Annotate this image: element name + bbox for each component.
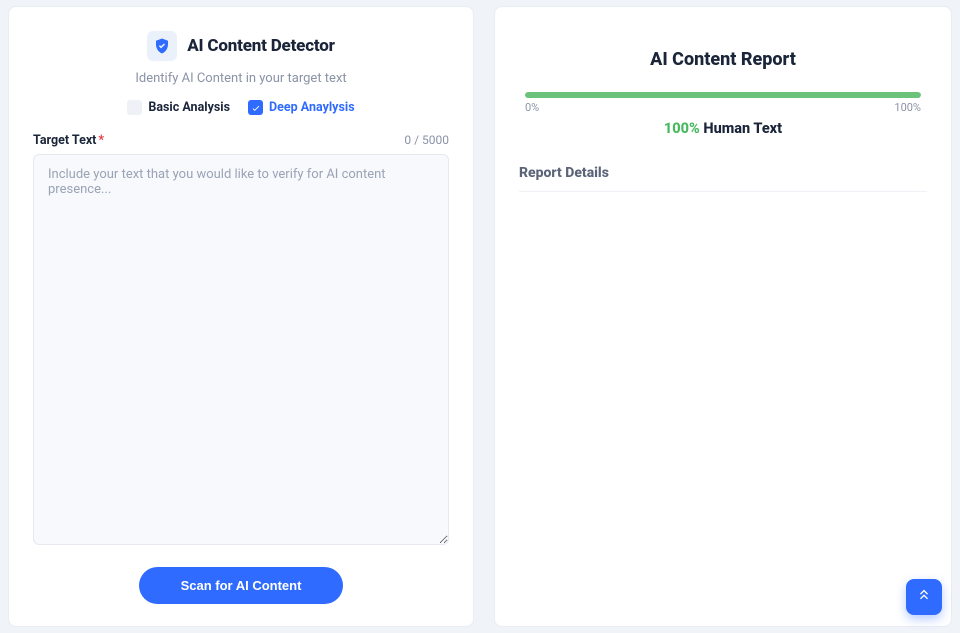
result-percent: 100%: [664, 120, 700, 137]
detector-header: AI Content Detector Identify AI Content …: [33, 29, 449, 127]
report-title: AI Content Report: [519, 49, 927, 70]
result-line: 100% Human Text: [525, 120, 921, 137]
analysis-tabs: Basic Analysis Deep Anaylysis: [33, 100, 449, 115]
target-text-input[interactable]: [33, 154, 449, 545]
progress-fill: [525, 92, 921, 98]
progress-min-label: 0%: [525, 101, 539, 114]
target-text-label: Target Text*: [33, 133, 104, 148]
detector-subtitle: Identify AI Content in your target text: [33, 71, 449, 86]
chevrons-up-icon: [916, 587, 932, 607]
progress-area: 0% 100% 100% Human Text: [519, 92, 927, 137]
checkbox-unchecked-icon: [127, 100, 142, 115]
progress-bar: [525, 92, 921, 98]
tab-basic-analysis[interactable]: Basic Analysis: [127, 100, 230, 115]
tab-basic-label: Basic Analysis: [148, 100, 230, 115]
required-asterisk: *: [98, 133, 104, 148]
shield-check-icon: [147, 31, 177, 61]
tab-deep-analysis[interactable]: Deep Anaylysis: [248, 100, 355, 115]
report-panel: AI Content Report 0% 100% 100% Human Tex…: [494, 6, 952, 627]
char-count: 0 / 5000: [404, 133, 449, 147]
tab-deep-label: Deep Anaylysis: [269, 100, 355, 115]
detector-panel: AI Content Detector Identify AI Content …: [8, 6, 474, 627]
scroll-to-top-button[interactable]: [906, 579, 942, 615]
detector-title: AI Content Detector: [187, 36, 335, 56]
checkbox-checked-icon: [248, 100, 263, 115]
result-label: Human Text: [703, 120, 782, 137]
scan-button[interactable]: Scan for AI Content: [139, 567, 344, 604]
report-details-heading: Report Details: [519, 165, 927, 192]
progress-max-label: 100%: [894, 101, 921, 114]
